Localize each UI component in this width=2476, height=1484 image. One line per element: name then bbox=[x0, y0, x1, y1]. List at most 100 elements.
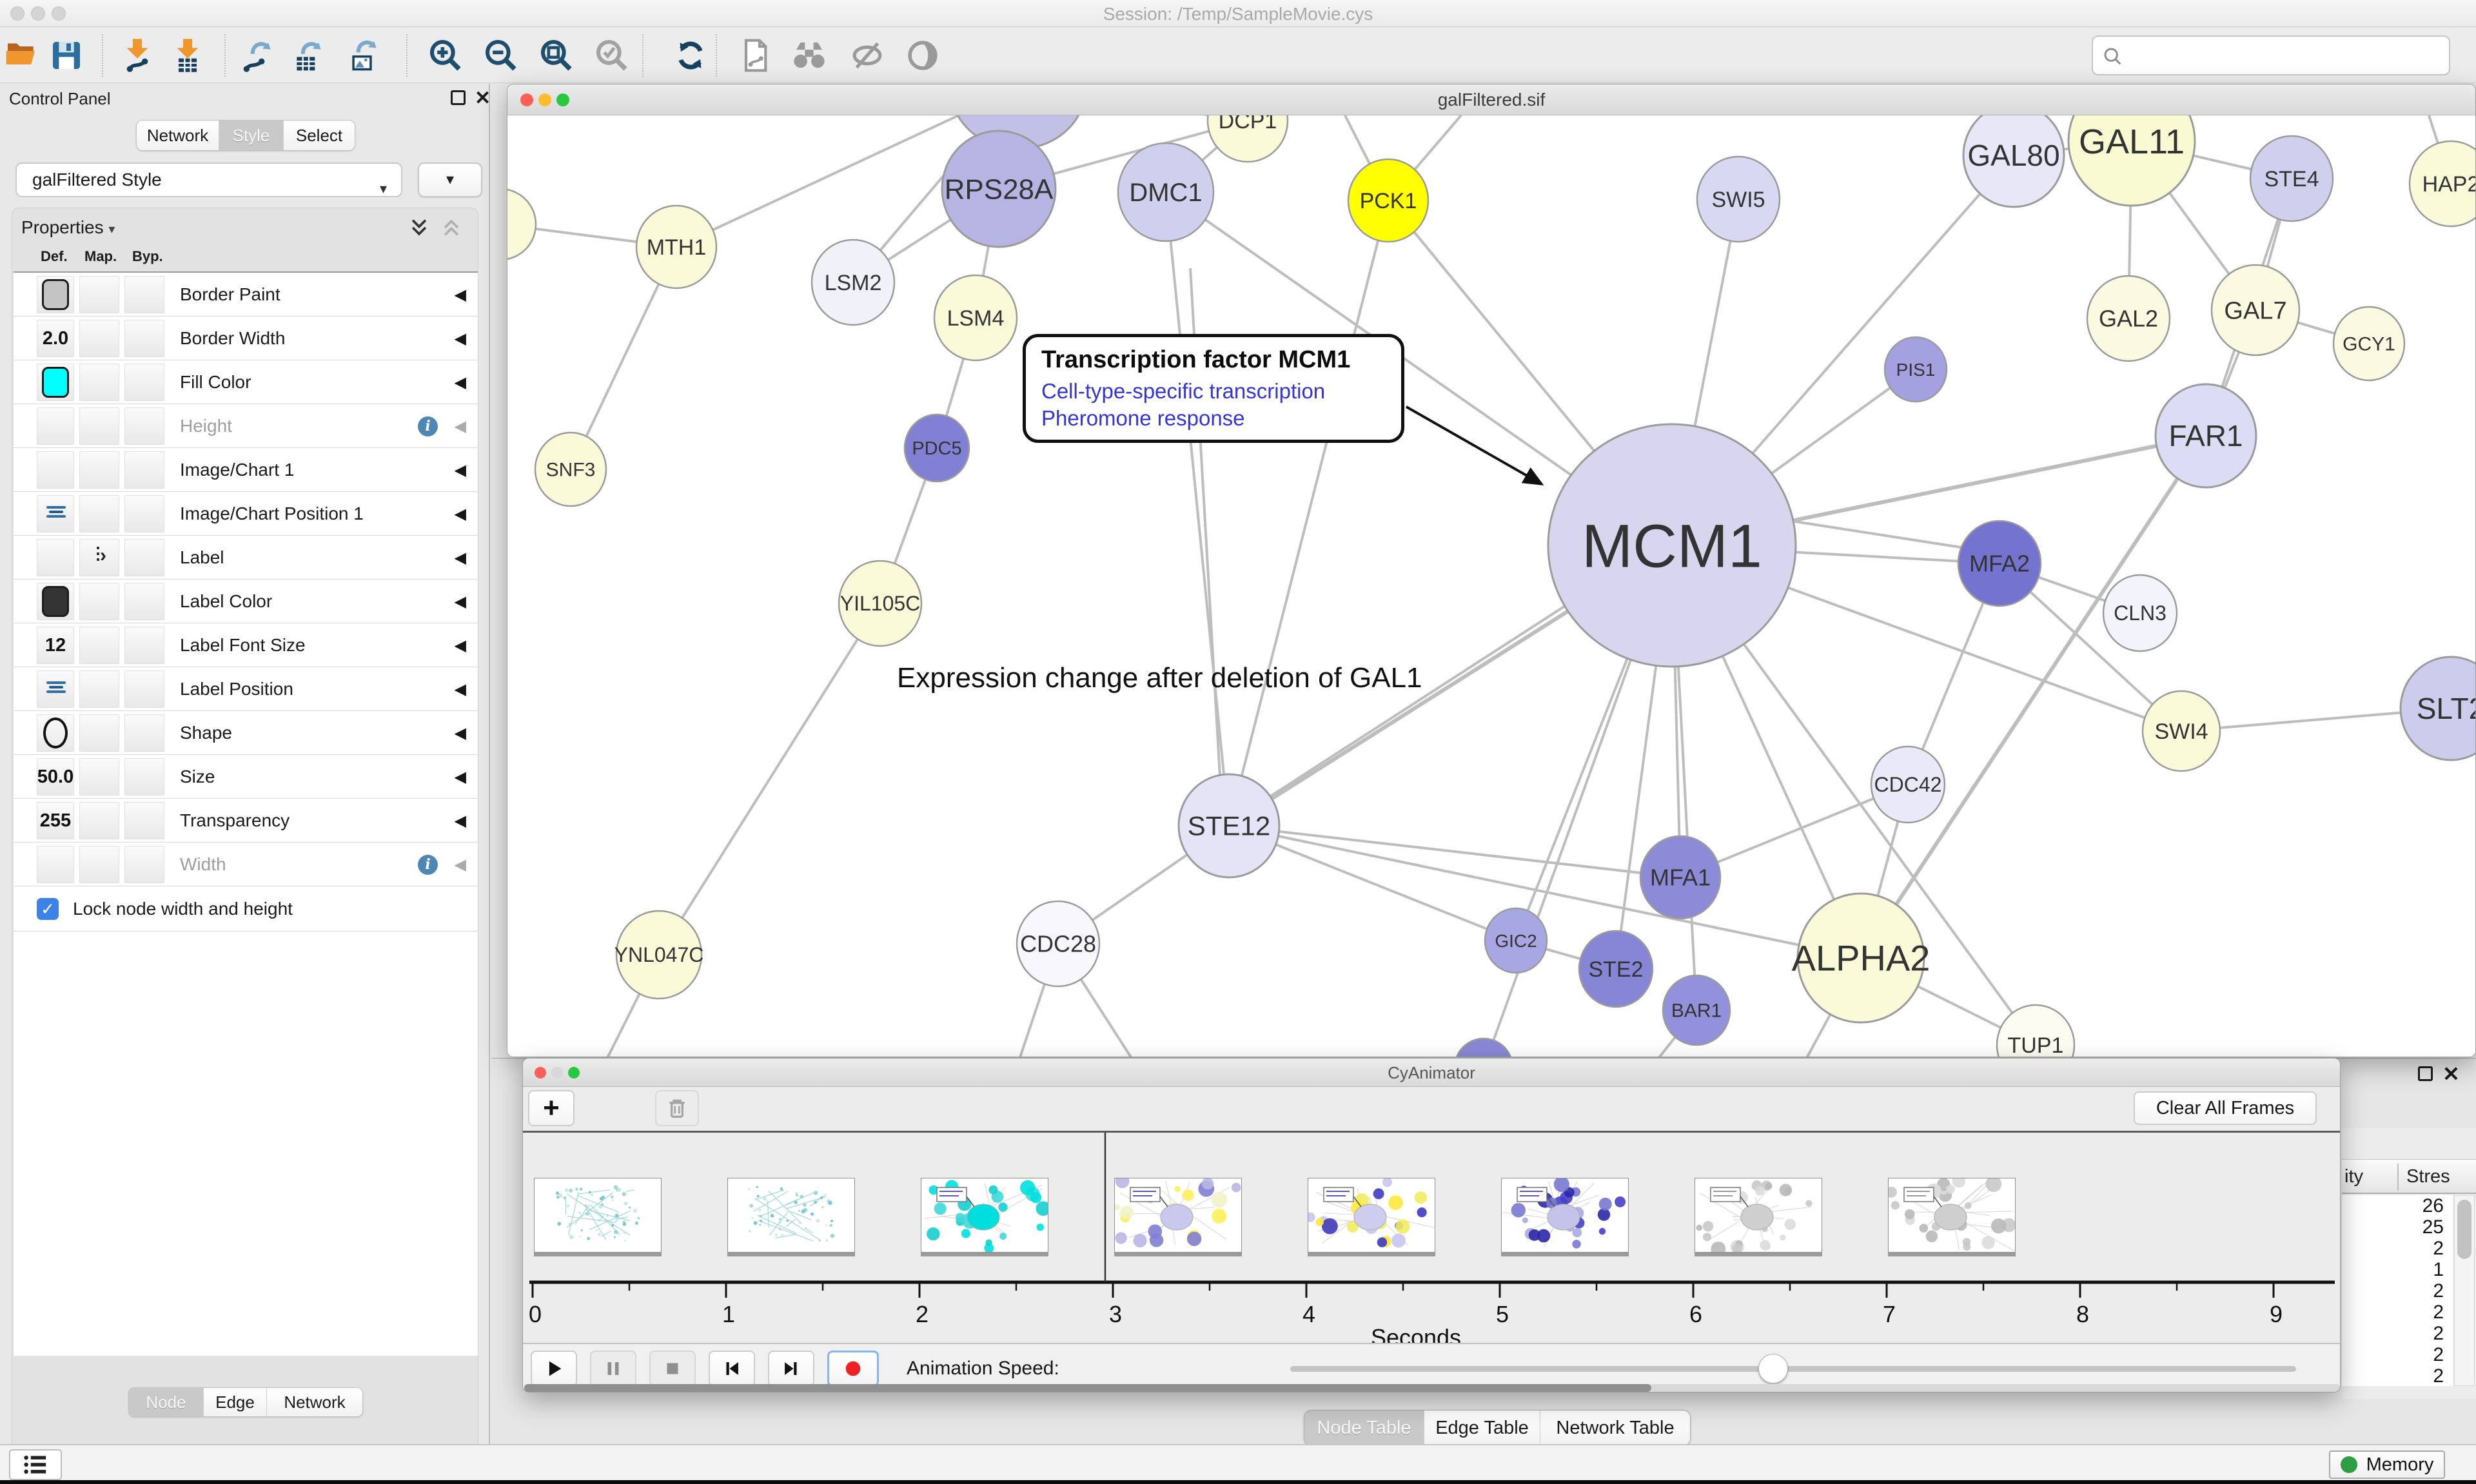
network-node-LSM2[interactable]: LSM2 bbox=[812, 240, 894, 325]
table-cell-value[interactable]: 2 bbox=[2342, 1238, 2453, 1259]
import-network-icon[interactable] bbox=[119, 37, 156, 74]
export-image-icon[interactable] bbox=[346, 37, 383, 74]
timeline-horizontal-scrollbar[interactable] bbox=[524, 1384, 2340, 1392]
tab-edge[interactable]: Edge bbox=[204, 1388, 267, 1416]
expand-row-icon[interactable]: ◀ bbox=[455, 448, 466, 492]
expand-row-icon[interactable]: ◀ bbox=[455, 273, 466, 317]
frame-thumbnail-4s[interactable] bbox=[1308, 1178, 1435, 1253]
tab-edge-table[interactable]: Edge Table bbox=[1424, 1411, 1540, 1445]
zoom-selected-icon[interactable] bbox=[593, 37, 631, 74]
network-node-STE12[interactable]: STE12 bbox=[1179, 774, 1279, 877]
network-node-GAL2[interactable]: GAL2 bbox=[2087, 276, 2170, 361]
import-table-icon[interactable] bbox=[169, 37, 206, 74]
passthrough-mapping-icon[interactable]: ⋮› bbox=[88, 545, 114, 571]
network-node-MFA1[interactable]: MFA1 bbox=[1640, 836, 1720, 919]
play-button[interactable] bbox=[531, 1351, 577, 1387]
network-node-GAL11[interactable]: GAL11 bbox=[2068, 115, 2195, 206]
expand-row-icon[interactable]: ◀ bbox=[455, 623, 466, 667]
network-annotation[interactable]: Transcription factor MCM1 Cell-type-spec… bbox=[1023, 334, 1404, 443]
default-value[interactable]: 50.0 bbox=[37, 755, 74, 799]
network-node-SNF3[interactable]: SNF3 bbox=[535, 433, 606, 506]
table-cell-value[interactable]: 2 bbox=[2342, 1280, 2453, 1302]
expand-row-icon[interactable]: ◀ bbox=[455, 799, 466, 843]
position-icon[interactable] bbox=[46, 506, 66, 522]
tab-network[interactable]: Network bbox=[137, 121, 219, 150]
table-column-stress[interactable]: Stres bbox=[2406, 1166, 2450, 1187]
close-panel-icon[interactable]: ✕ bbox=[475, 89, 491, 108]
expand-row-icon[interactable]: ◀ bbox=[455, 404, 466, 448]
default-swatch[interactable] bbox=[42, 367, 69, 398]
style-options-button[interactable]: ▾ bbox=[418, 162, 482, 197]
property-row-transparency[interactable]: 255Transparency◀ bbox=[14, 799, 478, 843]
network-node-YNL047C[interactable]: YNL047C bbox=[614, 911, 704, 999]
network-node-cutBP[interactable] bbox=[1455, 1039, 1513, 1057]
network-node-DMC1[interactable]: DMC1 bbox=[1118, 143, 1213, 241]
tab-style[interactable]: Style bbox=[219, 121, 284, 150]
default-swatch[interactable] bbox=[42, 586, 69, 617]
expand-row-icon[interactable]: ◀ bbox=[455, 843, 466, 886]
network-node-MTH1[interactable]: MTH1 bbox=[636, 206, 716, 288]
show-details-icon[interactable] bbox=[904, 37, 941, 74]
skip-to-start-button[interactable] bbox=[709, 1351, 755, 1387]
ellipse-shape-icon[interactable] bbox=[43, 718, 68, 748]
network-node-STE2[interactable]: STE2 bbox=[1579, 931, 1653, 1007]
property-row-label[interactable]: ⋮›Label◀ bbox=[14, 536, 478, 580]
network-node-HAP2[interactable]: HAP2 bbox=[2410, 141, 2476, 226]
tab-network-bottom[interactable]: Network bbox=[267, 1388, 362, 1416]
network-node-SWI4[interactable]: SWI4 bbox=[2143, 691, 2220, 771]
animation-speed-slider[interactable] bbox=[1290, 1366, 2296, 1372]
search-input[interactable] bbox=[2092, 35, 2450, 75]
memory-button[interactable]: Memory bbox=[2329, 1450, 2445, 1479]
default-value[interactable]: 2.0 bbox=[37, 317, 74, 360]
network-node-SWI5[interactable]: SWI5 bbox=[1697, 157, 1780, 242]
float-panel-icon[interactable] bbox=[451, 90, 466, 105]
expand-row-icon[interactable]: ◀ bbox=[455, 755, 466, 799]
find-binoculars-icon[interactable] bbox=[791, 37, 828, 74]
network-node-GAL7[interactable]: GAL7 bbox=[2212, 265, 2299, 355]
network-node-CLN3[interactable]: CLN3 bbox=[2103, 575, 2177, 651]
expand-row-icon[interactable]: ◀ bbox=[455, 667, 466, 711]
property-row-border-width[interactable]: 2.0Border Width◀ bbox=[14, 317, 478, 360]
slider-thumb[interactable] bbox=[1758, 1354, 1788, 1383]
expand-all-icon[interactable] bbox=[408, 217, 430, 238]
network-node-FAR1[interactable]: FAR1 bbox=[2156, 384, 2256, 487]
record-button[interactable] bbox=[827, 1351, 879, 1387]
network-node-ALPHA2[interactable]: ALPHA2 bbox=[1792, 893, 1931, 1022]
property-row-shape[interactable]: Shape◀ bbox=[14, 711, 478, 755]
table-cell-value[interactable]: 1 bbox=[2342, 1259, 2453, 1280]
stop-button[interactable] bbox=[649, 1351, 696, 1387]
annotation-link[interactable]: Pheromone response bbox=[1041, 406, 1386, 431]
tab-network-table[interactable]: Network Table bbox=[1540, 1411, 1690, 1445]
collapse-all-icon[interactable] bbox=[440, 217, 462, 238]
property-row-size[interactable]: 50.0Size◀ bbox=[14, 755, 478, 799]
expand-row-icon[interactable]: ◀ bbox=[455, 317, 466, 360]
network-window-titlebar[interactable]: galFiltered.sif bbox=[507, 84, 2475, 115]
close-table-panel-icon[interactable]: ✕ bbox=[2442, 1064, 2460, 1084]
network-node-TUP1[interactable]: TUP1 bbox=[1997, 1005, 2074, 1057]
network-node-YIL105C[interactable]: YIL105C bbox=[839, 561, 921, 646]
network-node-MFA2[interactable]: MFA2 bbox=[1958, 521, 2041, 606]
network-node-BAR1[interactable]: BAR1 bbox=[1663, 975, 1730, 1045]
skip-to-end-button[interactable] bbox=[768, 1351, 814, 1387]
info-icon[interactable]: i bbox=[418, 416, 438, 436]
apply-layout-icon[interactable] bbox=[672, 37, 709, 74]
property-row-fill-color[interactable]: Fill Color◀ bbox=[14, 360, 478, 404]
expand-row-icon[interactable]: ◀ bbox=[455, 360, 466, 404]
network-node-STE4[interactable]: STE4 bbox=[2250, 136, 2333, 221]
table-cell-value[interactable]: 2 bbox=[2342, 1302, 2453, 1323]
show-log-button[interactable] bbox=[9, 1449, 62, 1480]
network-node-RPS28A[interactable]: RPS28A bbox=[942, 131, 1056, 247]
frame-thumbnail-1s[interactable] bbox=[727, 1178, 855, 1253]
cyanimator-titlebar[interactable]: CyAnimator bbox=[523, 1059, 2340, 1087]
property-row-border-paint[interactable]: Border Paint◀ bbox=[14, 273, 478, 317]
table-column-ity[interactable]: ity bbox=[2344, 1166, 2363, 1187]
tab-node-table[interactable]: Node Table bbox=[1304, 1411, 1424, 1445]
zoom-fit-icon[interactable] bbox=[538, 37, 575, 74]
network-canvas[interactable]: MTH1LSM2LSM4SNF3PDC5YIL105CYNL047CRPS28B… bbox=[507, 115, 2476, 1057]
frame-thumbnail-3s[interactable] bbox=[1114, 1178, 1242, 1253]
network-node-CDC42[interactable]: CDC42 bbox=[1871, 747, 1945, 823]
table-cell-value[interactable]: 25 bbox=[2342, 1216, 2453, 1238]
info-icon[interactable]: i bbox=[418, 855, 438, 875]
save-session-icon[interactable] bbox=[48, 37, 85, 74]
network-node-SLT2[interactable]: SLT2 bbox=[2401, 657, 2476, 760]
